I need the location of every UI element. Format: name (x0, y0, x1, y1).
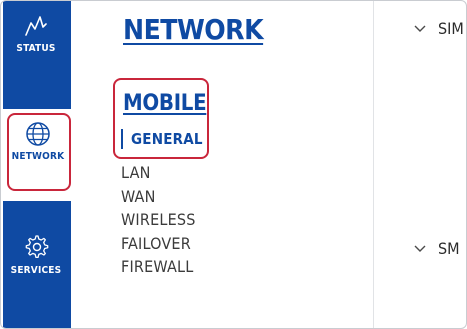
submenu-item-failover[interactable]: FAILOVER (121, 232, 196, 256)
section-sim[interactable]: SIM (414, 19, 464, 38)
submenu-title[interactable]: NETWORK (123, 13, 264, 46)
gear-icon (25, 235, 49, 259)
section-label: SM (438, 239, 460, 258)
nav-item-label: STATUS (16, 43, 56, 54)
divider (373, 1, 374, 328)
submenu-list: LAN WAN WIRELESS FAILOVER FIREWALL (121, 161, 196, 279)
submenu-item-wan[interactable]: WAN (121, 185, 196, 209)
nav-item-status[interactable]: STATUS (3, 7, 69, 107)
submenu-item-firewall[interactable]: FIREWALL (121, 255, 196, 279)
nav-item-label: NETWORK (11, 151, 65, 162)
nav-item-label: SERVICES (10, 265, 62, 276)
nav-item-services[interactable]: SERVICES (3, 223, 69, 323)
status-icon (25, 16, 47, 36)
submenu-item-mobile[interactable]: MOBILE (123, 91, 207, 116)
chevron-down-icon (414, 25, 426, 32)
chevron-down-icon (414, 245, 426, 252)
active-indicator (121, 129, 123, 149)
submenu: NETWORK MOBILE GENERAL LAN WAN WIRELESS … (121, 1, 351, 328)
globe-icon (26, 122, 50, 146)
app-window: STATUS NETWORK SERVICES NETWORK MOBILE G… (0, 0, 467, 329)
nav-item-network[interactable]: NETWORK (3, 109, 73, 201)
submenu-item-general[interactable]: GENERAL (121, 129, 203, 149)
submenu-item-lan[interactable]: LAN (121, 161, 196, 185)
submenu-item-label: GENERAL (131, 130, 203, 148)
section-sms[interactable]: SM (414, 239, 460, 258)
submenu-item-wireless[interactable]: WIRELESS (121, 208, 196, 232)
section-label: SIM (438, 19, 464, 38)
